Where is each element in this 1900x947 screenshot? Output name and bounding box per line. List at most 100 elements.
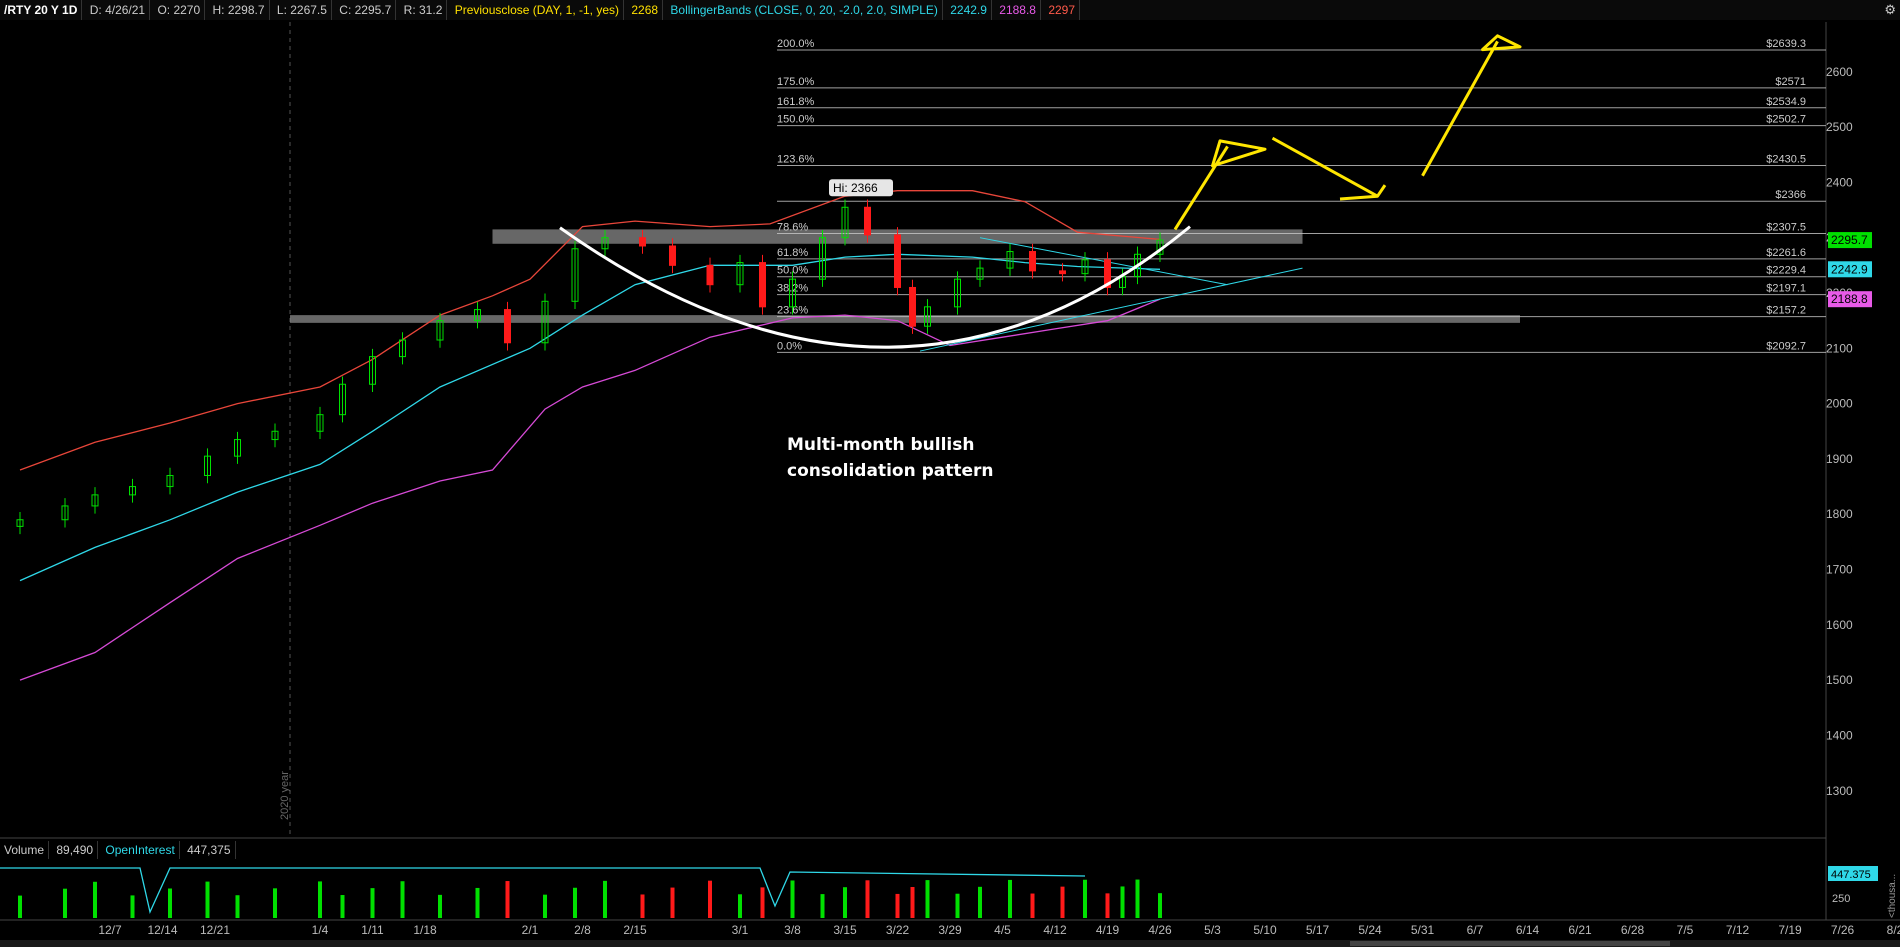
candle-body[interactable] xyxy=(894,234,901,288)
volume-bar[interactable] xyxy=(738,894,742,918)
y-tick-label: 2400 xyxy=(1826,175,1853,189)
x-tick-label: 1/4 xyxy=(312,923,329,937)
bollinger-study-label[interactable]: BollingerBands (CLOSE, 0, 20, -2.0, 2.0,… xyxy=(666,0,943,20)
x-tick-label: 2/8 xyxy=(574,923,591,937)
x-tick-label: 2/1 xyxy=(522,923,539,937)
volume-bar[interactable] xyxy=(1120,886,1125,918)
candle-body[interactable] xyxy=(1059,270,1066,275)
x-tick-label: 5/3 xyxy=(1204,923,1221,937)
volume-bar[interactable] xyxy=(235,895,240,918)
volume-bar[interactable] xyxy=(895,893,900,918)
volume-bar[interactable] xyxy=(1083,879,1087,918)
scrollbar-thumb[interactable] xyxy=(1350,941,1670,946)
prevclose-study-label[interactable]: Previousclose (DAY, 1, -1, yes) xyxy=(451,0,625,20)
volume-bar[interactable] xyxy=(1135,879,1140,918)
price-badge-label: 2295.7 xyxy=(1831,233,1868,247)
volume-bar[interactable] xyxy=(1030,893,1035,918)
y-tick-label: 2500 xyxy=(1826,120,1853,134)
candle-body[interactable] xyxy=(504,309,511,344)
volume-tick-label: 250 xyxy=(1832,893,1850,905)
x-tick-label: 5/10 xyxy=(1253,923,1277,937)
volume-bar[interactable] xyxy=(438,894,442,918)
close-value: C: 2295.7 xyxy=(335,0,397,20)
candle-body[interactable] xyxy=(909,286,916,327)
high-value: H: 2298.7 xyxy=(209,0,270,20)
y-tick-label: 1500 xyxy=(1826,673,1853,687)
year-marker-label: 2020 year xyxy=(279,771,291,820)
volume-bar[interactable] xyxy=(1060,886,1065,918)
volume-bar[interactable] xyxy=(925,880,930,918)
volume-bar[interactable] xyxy=(640,894,645,918)
openinterest-line xyxy=(0,867,1086,915)
volume-header-bar: Volume 89,490 OpenInterest 447,375 xyxy=(0,841,236,859)
volume-bar[interactable] xyxy=(130,895,135,918)
symbol-label[interactable]: /RTY 20 Y 1D xyxy=(0,0,83,20)
volume-bar[interactable] xyxy=(955,893,960,918)
volume-bar[interactable] xyxy=(63,888,67,918)
volume-bar[interactable] xyxy=(340,895,345,918)
volume-bar[interactable] xyxy=(670,887,675,918)
fib-price-label: $2307.5 xyxy=(1766,222,1806,234)
volume-bar[interactable] xyxy=(790,880,795,918)
volume-label[interactable]: Volume xyxy=(0,841,50,859)
volume-bar[interactable] xyxy=(603,880,607,918)
x-tick-label: 1/11 xyxy=(361,923,384,937)
fib-price-label: $2157.2 xyxy=(1766,305,1806,317)
volume-bar[interactable] xyxy=(760,887,765,918)
y-tick-label: 2100 xyxy=(1826,341,1853,355)
x-tick-label: 4/5 xyxy=(994,923,1011,937)
volume-bar[interactable] xyxy=(18,895,22,918)
x-tick-label: 6/28 xyxy=(1621,923,1645,937)
open-value: O: 2270 xyxy=(153,0,206,20)
x-tick-label: 1/18 xyxy=(413,923,437,937)
volume-bar[interactable] xyxy=(168,888,172,918)
x-tick-label: 4/12 xyxy=(1043,923,1067,937)
bollinger-lower-line xyxy=(19,298,1161,681)
candle-body[interactable] xyxy=(639,237,646,247)
volume-bar[interactable] xyxy=(543,894,547,918)
x-tick-label: 5/17 xyxy=(1306,923,1330,937)
volume-bar[interactable] xyxy=(865,880,870,918)
fib-pct-label: 200.0% xyxy=(777,38,815,50)
x-tick-label: 7/12 xyxy=(1726,923,1750,937)
y-tick-label: 2000 xyxy=(1826,397,1853,411)
volume-bar[interactable] xyxy=(93,881,97,918)
x-tick-label: 4/19 xyxy=(1096,923,1120,937)
volume-bar[interactable] xyxy=(370,888,375,918)
volume-bar[interactable] xyxy=(475,887,480,918)
oi-badge-label: 447.375 xyxy=(1831,869,1871,881)
fib-pct-label: 175.0% xyxy=(777,76,815,88)
projection-arrow-3 xyxy=(1421,34,1522,177)
volume-unit-label: <thousa... xyxy=(1887,874,1898,918)
candle-body[interactable] xyxy=(759,262,766,308)
volume-bar[interactable] xyxy=(820,894,825,918)
volume-bar[interactable] xyxy=(910,887,915,918)
chart-settings-icon[interactable]: ⚙ xyxy=(1884,2,1896,18)
candle-body[interactable] xyxy=(1029,251,1036,272)
volume-bar[interactable] xyxy=(708,880,712,918)
volume-bar[interactable] xyxy=(573,887,577,918)
cup-pattern-curve xyxy=(559,225,1191,349)
study-header-bar: /RTY 20 Y 1D D: 4/26/21 O: 2270 H: 2298.… xyxy=(0,0,1900,20)
volume-bar[interactable] xyxy=(1105,893,1110,918)
volume-bar[interactable] xyxy=(318,881,322,918)
volume-bar[interactable] xyxy=(273,888,277,918)
volume-bar[interactable] xyxy=(1158,893,1162,918)
annotation-line-1: Multi-month bullish xyxy=(787,435,975,455)
volume-bar[interactable] xyxy=(400,881,405,918)
volume-bar[interactable] xyxy=(978,886,982,918)
openinterest-label[interactable]: OpenInterest xyxy=(101,841,180,859)
y-tick-label: 1800 xyxy=(1826,507,1853,521)
volume-bar[interactable] xyxy=(843,887,847,918)
volume-bar[interactable] xyxy=(205,881,210,918)
candle-body[interactable] xyxy=(706,264,714,286)
candle-body[interactable] xyxy=(864,206,871,236)
x-tick-label: 12/21 xyxy=(200,923,230,937)
fib-price-label: $2261.6 xyxy=(1766,247,1806,259)
volume-bar[interactable] xyxy=(1008,879,1012,918)
x-tick-label: 2/15 xyxy=(623,923,647,937)
x-tick-label: 4/26 xyxy=(1148,923,1172,937)
candle-body[interactable] xyxy=(669,245,676,266)
x-tick-label: 3/22 xyxy=(886,923,910,937)
volume-bar[interactable] xyxy=(505,881,510,918)
